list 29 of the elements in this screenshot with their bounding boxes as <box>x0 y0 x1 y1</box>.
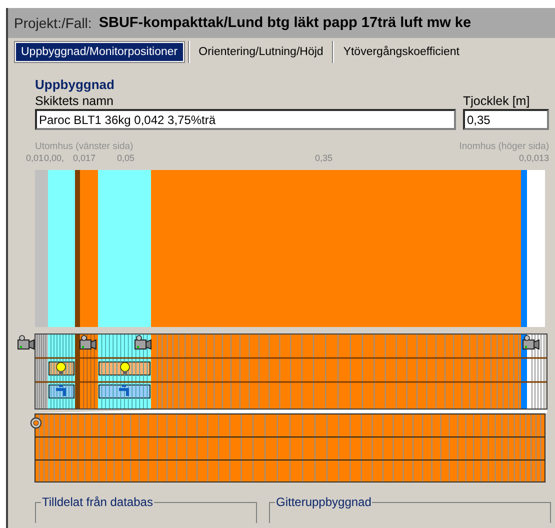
layer-name-field[interactable]: Paroc BLT1 36kg 0,042 3,75%trä <box>35 109 456 130</box>
camera-icon[interactable] <box>522 335 540 350</box>
outside-label: Utomhus (vänster sida) <box>35 141 134 152</box>
field-label: Tjocklek [m] <box>463 94 531 109</box>
position-marker-icon[interactable] <box>30 417 42 429</box>
scale-label: 0,05 <box>117 153 135 163</box>
light-bulb-icon[interactable] <box>56 362 66 374</box>
inside-label: Inomhus (höger sida) <box>459 141 549 152</box>
scale-label: 0,0,013 <box>519 153 550 163</box>
thickness-field[interactable]: 0,35 <box>463 109 549 130</box>
group-box-title: Tilldelat från databas <box>41 495 154 509</box>
scale-label: 0,01 <box>26 153 44 163</box>
scale-label: 0,00, <box>44 153 64 163</box>
camera-icon[interactable] <box>18 335 34 350</box>
light-bulb-icon[interactable] <box>120 362 130 374</box>
field-label: Skiktets namn <box>35 94 115 109</box>
camera-icon[interactable] <box>80 335 96 350</box>
section-title: Uppbyggnad <box>35 77 116 92</box>
camera-icon[interactable] <box>134 335 152 350</box>
project-label: Projekt:/Fall: <box>14 15 92 31</box>
tab[interactable]: Ytövergångskoefficient <box>338 43 464 61</box>
tab[interactable]: Orientering/Lutning/Höjd <box>194 43 328 61</box>
group-box-title: Gitteruppbyggnad <box>275 495 372 509</box>
project-name: SBUF-kompakttak/Lund btg läkt papp 17trä luft mw ke <box>98 15 472 31</box>
scale-label: 0,35 <box>315 153 333 163</box>
scale-label: 0,017 <box>73 153 96 163</box>
water-tap-icon[interactable] <box>119 385 129 396</box>
water-tap-icon[interactable] <box>56 385 66 396</box>
tab[interactable]: Uppbyggnad/Monitorpositioner <box>15 42 184 62</box>
